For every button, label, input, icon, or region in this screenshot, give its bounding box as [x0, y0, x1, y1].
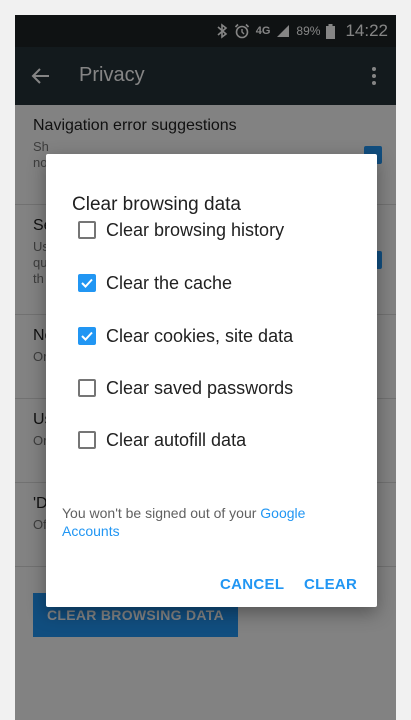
- option-label: Clear cookies, site data: [106, 325, 294, 346]
- checkbox[interactable]: [78, 327, 96, 345]
- note-text: You won't be signed out of your: [62, 505, 261, 521]
- checkbox[interactable]: [78, 274, 96, 292]
- clear-browsing-data-dialog: Clear browsing data Clear browsing histo…: [46, 154, 377, 607]
- option-clear-saved-passwords[interactable]: Clear saved passwords: [78, 373, 293, 403]
- checkbox[interactable]: [78, 379, 96, 397]
- option-label: Clear browsing history: [106, 219, 285, 240]
- cancel-button[interactable]: CANCEL: [220, 576, 284, 593]
- clear-button[interactable]: CLEAR: [304, 576, 357, 593]
- option-label: Clear autofill data: [106, 429, 247, 450]
- option-label: Clear saved passwords: [106, 377, 294, 398]
- option-clear-cookies-site-data[interactable]: Clear cookies, site data: [78, 321, 293, 351]
- phone-screen: 4G 89% 14:22 Privacy Navigation error su…: [15, 15, 396, 720]
- dialog-title: Clear browsing data: [72, 194, 241, 215]
- screenshot-frame: 4G 89% 14:22 Privacy Navigation error su…: [0, 0, 411, 720]
- option-label: Clear the cache: [106, 272, 233, 293]
- option-clear-the-cache[interactable]: Clear the cache: [78, 268, 232, 298]
- checkbox[interactable]: [78, 431, 96, 449]
- option-clear-autofill-data[interactable]: Clear autofill data: [78, 425, 246, 455]
- checkmark-icon: [81, 331, 93, 341]
- option-clear-browsing-history[interactable]: Clear browsing history: [78, 215, 284, 245]
- checkbox[interactable]: [78, 221, 96, 239]
- checkmark-icon: [81, 278, 93, 288]
- sign-out-note: You won't be signed out of your Google A…: [62, 504, 352, 540]
